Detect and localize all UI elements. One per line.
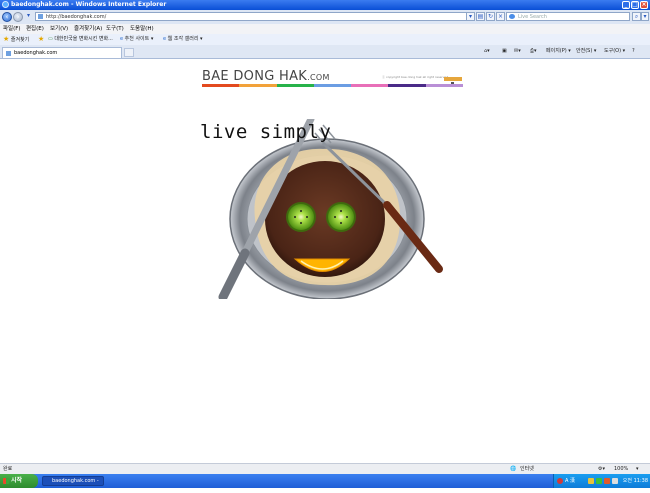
pancake-plate-image	[218, 119, 443, 299]
help-menu[interactable]: ?	[632, 45, 635, 58]
minimize-button[interactable]: _	[622, 1, 630, 9]
menu-view[interactable]: 보기(V)	[50, 24, 68, 34]
ie-icon	[2, 1, 9, 8]
ime-icon[interactable]	[557, 478, 563, 484]
page-icon: ▭	[48, 36, 53, 42]
star-icon: ★	[3, 35, 10, 43]
address-row: ‹ › ▾ http://baedonghak.com/ ▾ ▤ ↻ × Liv…	[0, 10, 650, 25]
address-bar[interactable]: http://baedonghak.com/	[35, 12, 472, 21]
forward-button[interactable]: ›	[13, 12, 23, 22]
search-options-icon[interactable]: ▾	[641, 12, 649, 21]
color-stripe-3	[276, 84, 314, 87]
taskbar: 시작 baedonghak.com - ... A 漢 오전 11:38	[0, 474, 650, 492]
page-menu[interactable]: 페이지(P) ▾	[546, 45, 571, 58]
web-page-content: BAE DONG HAK.COM ⓒ copyright bae dong ha…	[0, 59, 650, 463]
menu-edit[interactable]: 편집(E)	[26, 24, 44, 34]
menu-help[interactable]: 도움말(H)	[130, 24, 154, 34]
menu-tools[interactable]: 도구(T)	[106, 24, 124, 34]
favorite-item-1[interactable]: ▭ 대한민국을 변화시킨 변화...	[48, 34, 113, 45]
address-dropdown-icon[interactable]: ▾	[466, 12, 475, 21]
maximize-button[interactable]: □	[631, 1, 639, 9]
favorite-item-3[interactable]: e 웹 조각 갤러리 ▾	[163, 34, 203, 45]
page-favicon	[38, 14, 43, 19]
search-icon[interactable]: ⌕	[632, 12, 641, 21]
start-button[interactable]: 시작	[0, 474, 38, 488]
windows-flag-icon	[3, 478, 9, 484]
stop-icon[interactable]: ×	[496, 12, 505, 21]
feeds-icon[interactable]: ▣	[502, 45, 507, 58]
favorite-item-2[interactable]: e 추천 사이트 ▾	[120, 34, 153, 45]
search-placeholder[interactable]: Live Search	[518, 13, 547, 21]
ie-icon: e	[163, 36, 167, 42]
compat-icon[interactable]: ▤	[476, 12, 485, 21]
tray-icon-1[interactable]	[588, 478, 594, 484]
tab-label: baedonghak.com	[14, 50, 58, 56]
color-stripe-5	[351, 84, 389, 87]
tray-icon-2[interactable]	[596, 478, 602, 484]
taskbar-item-ie[interactable]: baedonghak.com - ...	[42, 476, 104, 492]
tab-row: baedonghak.com ⌂▾ ▣ ✉▾ ⎙▾ 페이지(P) ▾ 안전(S)…	[0, 45, 650, 59]
safety-menu[interactable]: 안전(S) ▾	[576, 45, 596, 58]
read-mail-icon[interactable]: ✉▾	[514, 45, 521, 58]
volume-icon[interactable]	[612, 478, 618, 484]
live-simply-headline: live simply	[200, 121, 332, 143]
color-stripe-1	[202, 84, 240, 87]
new-tab-button[interactable]	[124, 48, 134, 57]
close-button[interactable]: ×	[640, 1, 648, 9]
clock: 오전 11:38	[622, 478, 648, 484]
site-logo[interactable]: BAE DONG HAK.COM	[202, 69, 330, 84]
color-stripe-4	[313, 84, 352, 87]
tab-favicon	[6, 51, 11, 56]
history-dropdown-icon[interactable]: ▾	[24, 12, 33, 21]
menu-favorites[interactable]: 즐겨찾기(A)	[74, 24, 102, 34]
color-stripe-7	[425, 84, 463, 87]
address-url[interactable]: http://baedonghak.com/	[46, 13, 106, 21]
print-icon[interactable]: ⎙▾	[530, 45, 537, 58]
ie-icon: e	[120, 36, 124, 42]
live-search-icon	[509, 14, 515, 19]
refresh-icon[interactable]: ↻	[486, 12, 495, 21]
tray-icon-3[interactable]	[604, 478, 610, 484]
system-tray: A 漢 오전 11:38	[553, 474, 650, 488]
back-button[interactable]: ‹	[2, 12, 12, 22]
search-box[interactable]: Live Search	[506, 12, 630, 21]
badge-block	[444, 77, 462, 81]
tools-menu[interactable]: 도구(O) ▾	[604, 45, 625, 58]
home-icon[interactable]: ⌂▾	[484, 45, 490, 58]
menu-file[interactable]: 파일(F)	[3, 24, 21, 34]
color-stripe-2	[239, 84, 277, 87]
window-title: baedonghak.com - Windows Internet Explor…	[11, 1, 167, 8]
ime-mode[interactable]: A 漢	[565, 474, 575, 488]
color-stripe-bar	[202, 84, 463, 87]
title-bar: baedonghak.com - Windows Internet Explor…	[0, 0, 650, 10]
color-stripe-6	[388, 84, 426, 87]
tab-baedonghak[interactable]: baedonghak.com	[2, 47, 122, 58]
